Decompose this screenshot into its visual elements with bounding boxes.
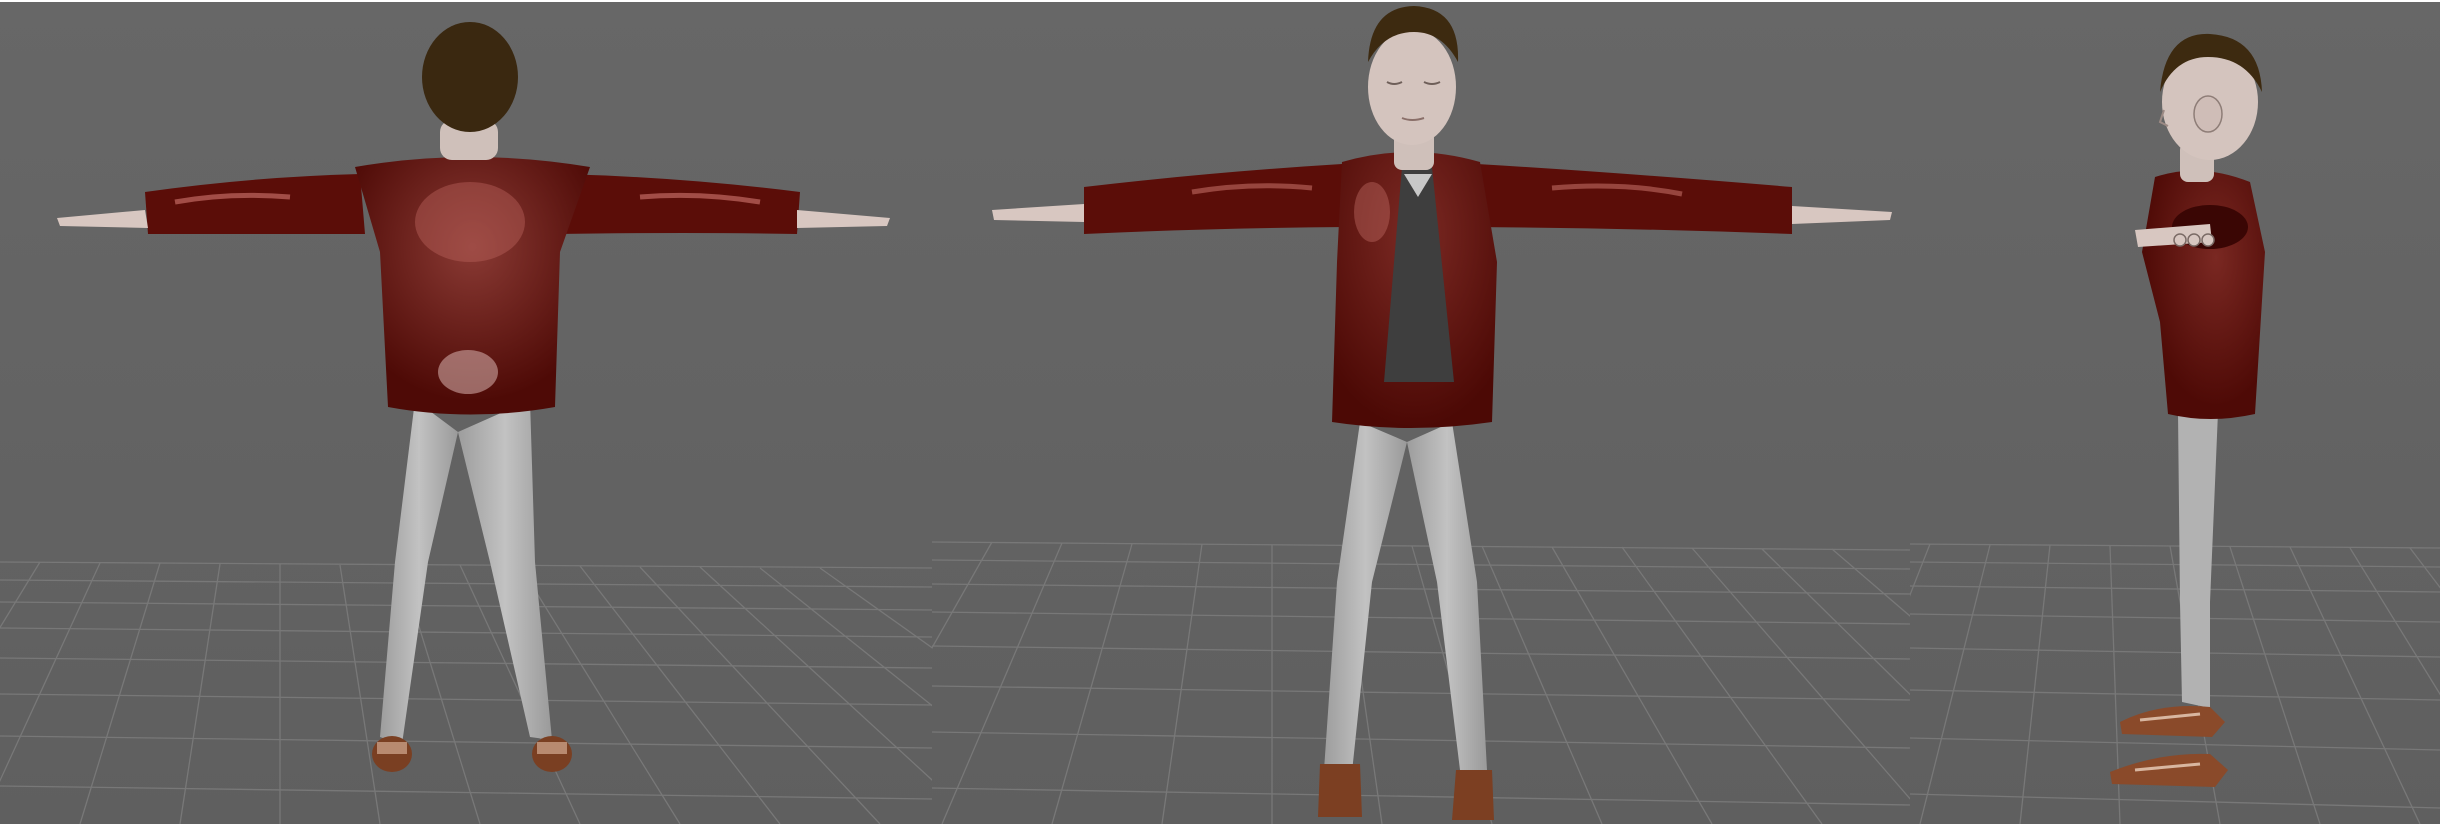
viewport-side[interactable] <box>1910 2 2440 824</box>
viewport-back[interactable] <box>0 2 932 824</box>
bottom-margin <box>0 824 2440 830</box>
viewport-front[interactable] <box>932 2 1910 824</box>
